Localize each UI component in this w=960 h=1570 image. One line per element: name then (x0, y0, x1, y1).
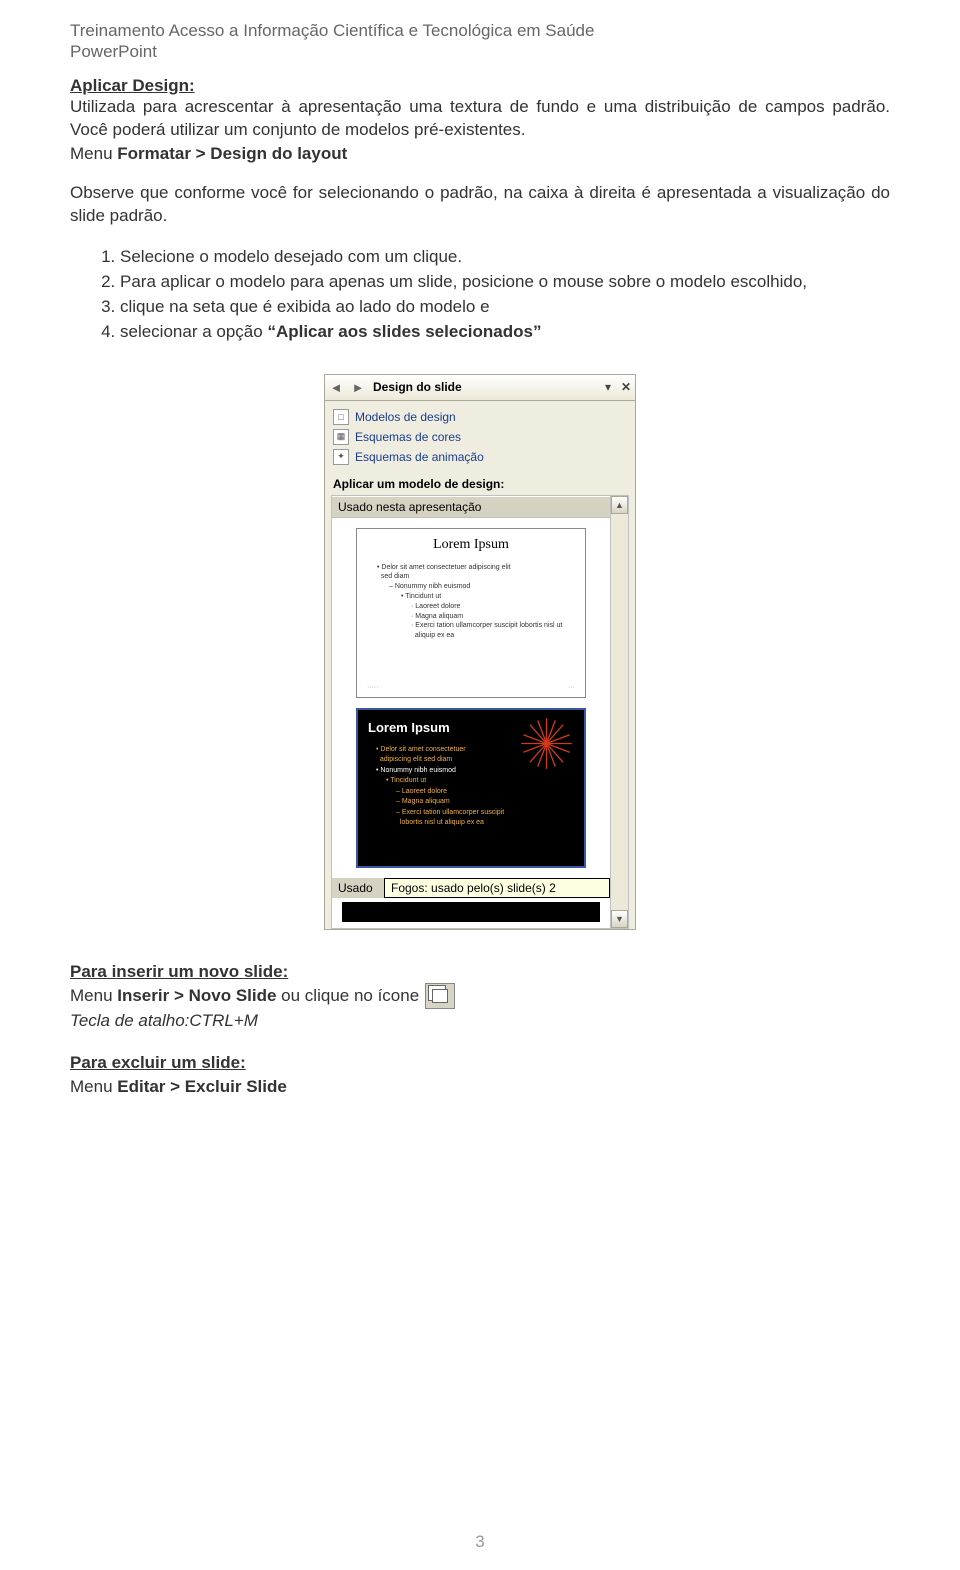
step-3: clique na seta que é exibida ao lado do … (120, 296, 890, 319)
template-tooltip: Fogos: usado pelo(s) slide(s) 2 (384, 878, 610, 898)
back-icon[interactable]: ◄ (325, 380, 347, 395)
new-slide-icon[interactable] (425, 983, 455, 1009)
menu-prefix: Menu (70, 144, 117, 163)
template-thumb-partial[interactable] (342, 902, 600, 922)
thumb-line: · Exerci tation ullamcorper suscipit lob… (367, 621, 575, 631)
doc-header-subtitle: PowerPoint (70, 42, 890, 62)
close-icon[interactable]: ✕ (617, 380, 635, 394)
scrollbar[interactable]: ▲ ▼ (610, 496, 628, 928)
section-aplicar-design-title: Aplicar Design: (70, 76, 890, 96)
observe-text: Observe que conforme você for selecionan… (70, 182, 890, 228)
thumb-line: • Delor sit amet consectetuer adipiscing… (367, 563, 575, 573)
thumb-line: sed diam (367, 572, 575, 582)
step-4-bold: “Aplicar aos slides selecionados” (267, 322, 541, 341)
thumb-line: · Laoreet dolore (367, 602, 575, 612)
link-label: Esquemas de cores (355, 430, 461, 444)
delete-slide-title: Para excluir um slide: (70, 1051, 890, 1075)
thumb-line: – Exerci tation ullamcorper suscipit (368, 808, 574, 819)
taskpane-screenshot: ◄ ► Design do slide ▾ ✕ □ Modelos de des… (324, 374, 636, 930)
delete-slide-section: Para excluir um slide: Menu Editar > Exc… (70, 1051, 890, 1099)
scroll-up-icon[interactable]: ▲ (611, 496, 628, 514)
link-label: Esquemas de animação (355, 450, 484, 464)
taskpane-header: ◄ ► Design do slide ▾ ✕ (325, 375, 635, 401)
group-used-in-presentation: Usado nesta apresentação (332, 496, 610, 518)
thumb-line: • Tincidunt ut (367, 592, 575, 602)
template-thumb-default[interactable]: Lorem Ipsum • Delor sit amet consectetue… (356, 528, 586, 698)
thumb-line: • Tincidunt ut (368, 776, 574, 787)
insert-prefix: Menu (70, 986, 117, 1005)
color-schemes-icon: ▦ (333, 429, 349, 445)
link-modelos-design[interactable]: □ Modelos de design (331, 407, 629, 427)
insert-slide-title: Para inserir um novo slide: (70, 960, 890, 984)
taskpane-body: □ Modelos de design ▦ Esquemas de cores … (325, 401, 635, 929)
insert-suffix: ou clique no ícone (276, 986, 419, 1005)
delete-menu-bold: Editar > Excluir Slide (117, 1077, 287, 1096)
tooltip-row: Usado Fogos: usado pelo(s) slide(s) 2 (332, 878, 610, 898)
steps-list: Selecione o modelo desejado com um cliqu… (70, 246, 890, 344)
thumb-line: – Nonummy nibh euismod (367, 582, 575, 592)
insert-shortcut: Tecla de atalho:CTRL+M (70, 1009, 890, 1033)
thumb-line: – Laoreet dolore (368, 787, 574, 798)
taskpane-title: Design do slide (369, 380, 599, 394)
animation-schemes-icon: ✦ (333, 449, 349, 465)
step-4: selecionar a opção “Aplicar aos slides s… (120, 321, 890, 344)
section-aplicar-design-para: Utilizada para acrescentar à apresentaçã… (70, 96, 890, 142)
design-taskpane: ◄ ► Design do slide ▾ ✕ □ Modelos de des… (324, 374, 636, 930)
template-list: ▲ ▼ Usado nesta apresentação Lorem Ipsum… (331, 495, 629, 929)
delete-prefix: Menu (70, 1077, 117, 1096)
page-number: 3 (0, 1532, 960, 1552)
thumb-line: – Magna aliquam (368, 797, 574, 808)
dropdown-icon[interactable]: ▾ (599, 380, 617, 394)
scroll-down-icon[interactable]: ▼ (611, 910, 628, 928)
doc-header-title: Treinamento Acesso a Informação Científi… (70, 20, 890, 42)
thumb-line: aliquip ex ea (367, 631, 575, 641)
group-used-label: Usado (332, 878, 384, 898)
thumb-title: Lorem Ipsum (367, 537, 575, 553)
menu-path-formatar: Menu Formatar > Design do layout (70, 144, 890, 164)
forward-icon[interactable]: ► (347, 380, 369, 395)
link-esquemas-cores[interactable]: ▦ Esquemas de cores (331, 427, 629, 447)
step-4-prefix: selecionar a opção (120, 322, 267, 341)
insert-menu-bold: Inserir > Novo Slide (117, 986, 276, 1005)
thumb-line: · Magna aliquam (367, 612, 575, 622)
thumb-line: lobortis nisl ut aliquip ex ea (368, 818, 574, 829)
apply-template-label: Aplicar um modelo de design: (333, 477, 629, 491)
design-templates-icon: □ (333, 409, 349, 425)
template-thumb-fogos[interactable]: Lorem Ipsum • Delor sit amet consectetue… (356, 708, 586, 868)
insert-slide-section: Para inserir um novo slide: Menu Inserir… (70, 960, 890, 1034)
step-2: Para aplicar o modelo para apenas um sli… (120, 271, 890, 294)
link-label: Modelos de design (355, 410, 456, 424)
menu-bold: Formatar > Design do layout (117, 144, 347, 163)
link-esquemas-animacao[interactable]: ✦ Esquemas de animação (331, 447, 629, 467)
step-1: Selecione o modelo desejado com um cliqu… (120, 246, 890, 269)
firework-icon (519, 716, 574, 771)
